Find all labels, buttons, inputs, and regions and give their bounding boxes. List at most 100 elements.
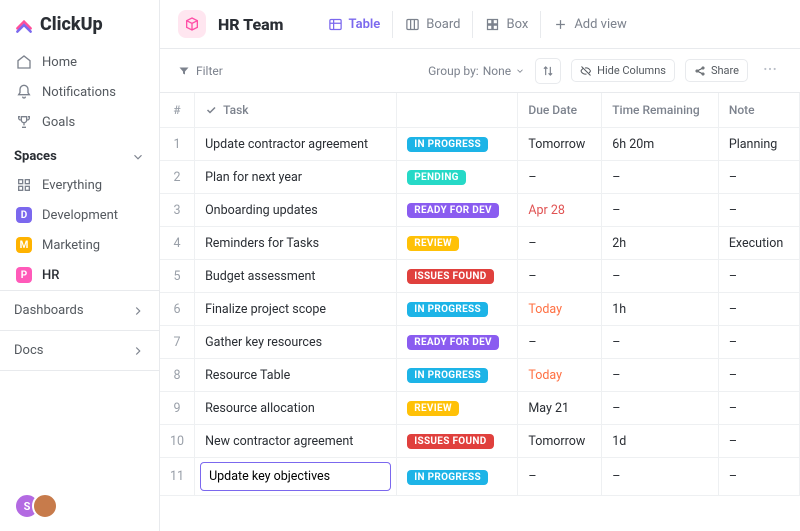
col-due[interactable]: Due Date <box>518 93 602 128</box>
cell-due[interactable]: Today <box>518 359 602 392</box>
col-task[interactable]: Task <box>195 93 397 128</box>
nav-home[interactable]: Home <box>6 47 153 77</box>
table-row[interactable]: 1Update contractor agreementIN PROGRESST… <box>160 128 800 161</box>
col-time[interactable]: Time Remaining <box>602 93 719 128</box>
cell-due[interactable]: Today <box>518 293 602 326</box>
cell-due[interactable]: Apr 28 <box>518 194 602 227</box>
more-menu[interactable] <box>758 57 782 84</box>
col-status[interactable] <box>397 93 518 128</box>
view-tab-board[interactable]: Board <box>392 11 472 38</box>
status-badge[interactable]: IN PROGRESS <box>407 137 488 152</box>
table-row[interactable]: 2Plan for next yearPENDING––– <box>160 161 800 194</box>
cell-time[interactable]: 1d <box>602 425 719 458</box>
view-tab-box[interactable]: Box <box>472 11 540 38</box>
status-badge[interactable]: IN PROGRESS <box>407 368 488 383</box>
cell-note[interactable]: – <box>718 194 799 227</box>
cell-due[interactable]: – <box>518 458 602 496</box>
cell-time[interactable]: – <box>602 194 719 227</box>
cell-time[interactable]: 1h <box>602 293 719 326</box>
status-badge[interactable]: ISSUES FOUND <box>407 434 493 449</box>
cell-time[interactable]: – <box>602 392 719 425</box>
sidebar-space-everything[interactable]: Everything <box>6 170 153 200</box>
cell-task[interactable]: Update contractor agreement <box>195 128 397 161</box>
cell-status[interactable]: IN PROGRESS <box>397 128 518 161</box>
cell-task[interactable] <box>195 458 397 496</box>
status-badge[interactable]: READY FOR DEV <box>407 335 499 350</box>
cell-note[interactable]: – <box>718 161 799 194</box>
cell-note[interactable]: – <box>718 392 799 425</box>
hide-columns-button[interactable]: Hide Columns <box>571 59 675 82</box>
share-button[interactable]: Share <box>685 59 748 82</box>
table-row[interactable]: 10New contractor agreementISSUES FOUNDTo… <box>160 425 800 458</box>
cell-note[interactable]: – <box>718 425 799 458</box>
cell-status[interactable]: REVIEW <box>397 227 518 260</box>
space-badge[interactable] <box>178 10 206 38</box>
cell-status[interactable]: REVIEW <box>397 392 518 425</box>
cell-task[interactable]: Onboarding updates <box>195 194 397 227</box>
table-container[interactable]: # Task Due Date Time Remaining Note <box>160 93 800 531</box>
col-note[interactable]: Note <box>718 93 799 128</box>
cell-task[interactable]: Resource allocation <box>195 392 397 425</box>
filter-button[interactable]: Filter <box>178 64 223 78</box>
table-row[interactable]: 8Resource TableIN PROGRESSToday–– <box>160 359 800 392</box>
cell-due[interactable]: – <box>518 161 602 194</box>
nav-docs[interactable]: Docs <box>0 331 159 371</box>
cell-status[interactable]: PENDING <box>397 161 518 194</box>
table-row[interactable]: 6Finalize project scopeIN PROGRESSToday1… <box>160 293 800 326</box>
cell-time[interactable]: – <box>602 161 719 194</box>
sort-button[interactable] <box>535 58 561 84</box>
status-badge[interactable]: PENDING <box>407 170 466 185</box>
cell-time[interactable]: – <box>602 326 719 359</box>
cell-status[interactable]: IN PROGRESS <box>397 359 518 392</box>
cell-due[interactable]: – <box>518 227 602 260</box>
cell-status[interactable]: READY FOR DEV <box>397 194 518 227</box>
cell-due[interactable]: – <box>518 326 602 359</box>
status-badge[interactable]: READY FOR DEV <box>407 203 499 218</box>
cell-time[interactable]: – <box>602 260 719 293</box>
table-row[interactable]: 4Reminders for TasksREVIEW–2hExecution <box>160 227 800 260</box>
cell-note[interactable]: Execution <box>718 227 799 260</box>
cell-task[interactable]: Reminders for Tasks <box>195 227 397 260</box>
cell-due[interactable]: May 21 <box>518 392 602 425</box>
cell-task[interactable]: Plan for next year <box>195 161 397 194</box>
cell-status[interactable]: IN PROGRESS <box>397 293 518 326</box>
avatar[interactable] <box>32 493 58 519</box>
status-badge[interactable]: REVIEW <box>407 401 459 416</box>
nav-goals[interactable]: Goals <box>6 107 153 137</box>
cell-status[interactable]: ISSUES FOUND <box>397 260 518 293</box>
table-row[interactable]: 3Onboarding updatesREADY FOR DEVApr 28–– <box>160 194 800 227</box>
status-badge[interactable]: IN PROGRESS <box>407 302 488 317</box>
table-row[interactable]: 5Budget assessmentISSUES FOUND––– <box>160 260 800 293</box>
task-input[interactable] <box>200 462 391 491</box>
cell-task[interactable]: Gather key resources <box>195 326 397 359</box>
cell-note[interactable]: – <box>718 260 799 293</box>
cell-note[interactable]: – <box>718 293 799 326</box>
brand-logo[interactable]: ClickUp <box>0 0 159 45</box>
cell-note[interactable]: – <box>718 359 799 392</box>
status-badge[interactable]: REVIEW <box>407 236 459 251</box>
nav-notifications[interactable]: Notifications <box>6 77 153 107</box>
table-row[interactable]: 9Resource allocationREVIEWMay 21–– <box>160 392 800 425</box>
cell-time[interactable]: 2h <box>602 227 719 260</box>
cell-task[interactable]: Finalize project scope <box>195 293 397 326</box>
cell-time[interactable]: – <box>602 458 719 496</box>
status-badge[interactable]: ISSUES FOUND <box>407 269 493 284</box>
cell-task[interactable]: Resource Table <box>195 359 397 392</box>
table-row[interactable]: 11IN PROGRESS––– <box>160 458 800 496</box>
cell-time[interactable]: – <box>602 359 719 392</box>
nav-dashboards[interactable]: Dashboards <box>0 291 159 331</box>
view-tab-add-view[interactable]: Add view <box>540 11 639 38</box>
cell-status[interactable]: ISSUES FOUND <box>397 425 518 458</box>
cell-task[interactable]: Budget assessment <box>195 260 397 293</box>
col-index[interactable]: # <box>160 93 195 128</box>
cell-note[interactable]: – <box>718 458 799 496</box>
cell-time[interactable]: 6h 20m <box>602 128 719 161</box>
status-badge[interactable]: IN PROGRESS <box>407 470 488 485</box>
cell-note[interactable]: Planning <box>718 128 799 161</box>
table-row[interactable]: 7Gather key resourcesREADY FOR DEV––– <box>160 326 800 359</box>
cell-note[interactable]: – <box>718 326 799 359</box>
cell-status[interactable]: READY FOR DEV <box>397 326 518 359</box>
cell-status[interactable]: IN PROGRESS <box>397 458 518 496</box>
cell-due[interactable]: Tomorrow <box>518 128 602 161</box>
groupby-dropdown[interactable]: Group by: None <box>428 64 525 78</box>
